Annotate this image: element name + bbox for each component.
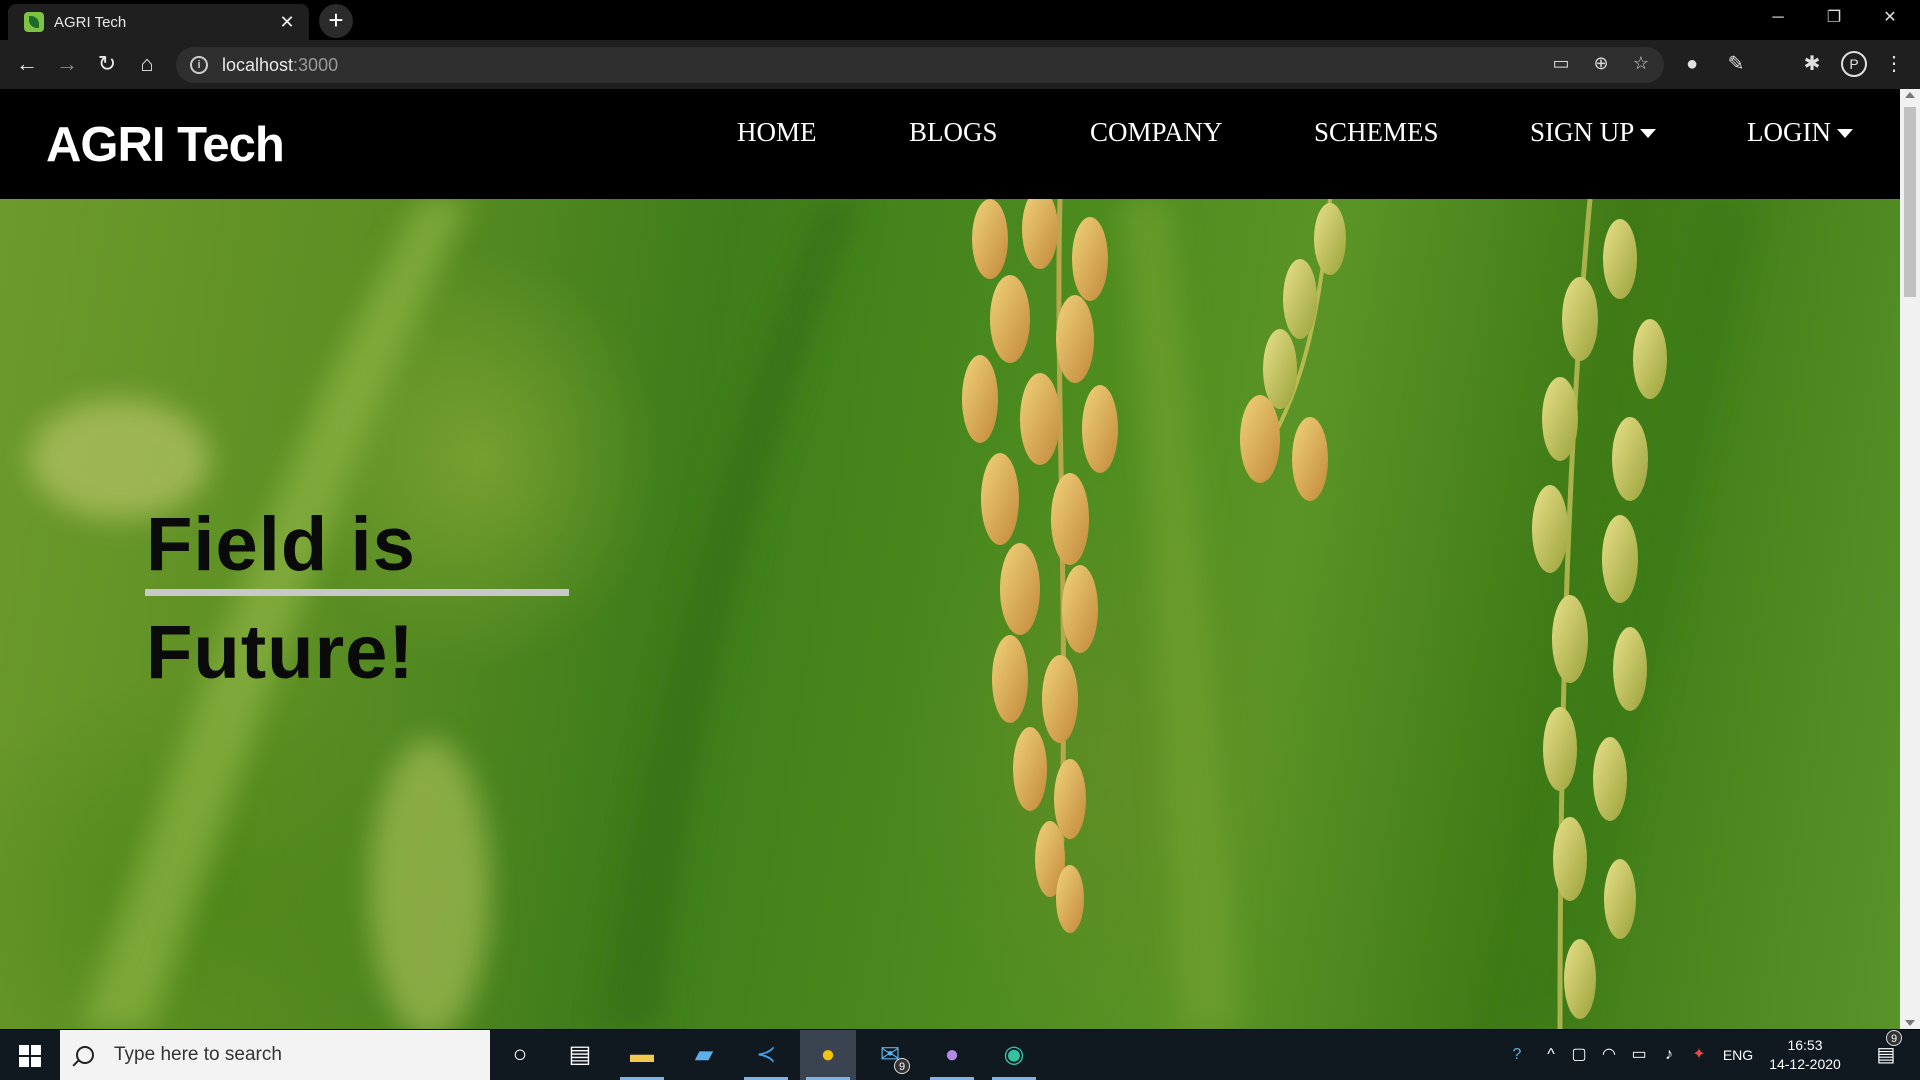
nav-schemes-label: SCHEMES: [1314, 117, 1439, 147]
window-restore-button[interactable]: ❐: [1806, 0, 1862, 38]
github-desktop-icon[interactable]: ●: [924, 1030, 980, 1080]
battery-icon[interactable]: ▭: [1626, 1030, 1652, 1080]
hero-divider: [145, 589, 569, 596]
nav-blogs[interactable]: BLOGS: [909, 117, 998, 148]
wifi-icon[interactable]: ◠: [1596, 1030, 1622, 1080]
new-tab-button[interactable]: +: [319, 4, 353, 38]
windows-start-button[interactable]: [0, 1030, 60, 1080]
mail-icon[interactable]: ✉ 9: [862, 1030, 918, 1080]
tab-close-icon[interactable]: ✕: [275, 12, 299, 33]
chrome-icon[interactable]: ●: [800, 1030, 856, 1080]
page-viewport: AGRI Tech HOME BLOGS COMPANY SCHEMES SIG…: [0, 89, 1900, 1029]
search-icon: [76, 1046, 94, 1064]
site-navbar: AGRI Tech HOME BLOGS COMPANY SCHEMES SIG…: [0, 89, 1900, 199]
volume-icon[interactable]: ♪: [1656, 1030, 1682, 1080]
windows-logo-pane: [31, 1057, 41, 1067]
address-bar[interactable]: i localhost:3000 ▭ ⊕ ☆: [176, 47, 1664, 83]
back-button[interactable]: ←: [10, 48, 44, 82]
nav-home[interactable]: HOME: [737, 117, 817, 148]
home-button[interactable]: ⌂: [130, 48, 164, 82]
browser-tab-active[interactable]: AGRI Tech ✕: [8, 4, 309, 40]
url-host: localhost: [222, 54, 294, 75]
scroll-down-icon[interactable]: [1905, 1020, 1915, 1026]
edge-icon[interactable]: ◉: [986, 1030, 1042, 1080]
vscode-icon[interactable]: ≺: [738, 1030, 794, 1080]
language-indicator[interactable]: ENG: [1718, 1030, 1758, 1080]
url-text: localhost:3000: [222, 55, 338, 76]
page-scrollbar[interactable]: [1900, 89, 1920, 1029]
hero-headline-line2: Future!: [146, 610, 415, 695]
scrollbar-thumb[interactable]: [1904, 107, 1916, 297]
device-icon[interactable]: ▢: [1566, 1030, 1592, 1080]
window-minimize-button[interactable]: ─: [1750, 0, 1806, 38]
extensions-puzzle-icon[interactable]: ✱: [1796, 48, 1828, 80]
caret-down-icon: [1640, 129, 1657, 138]
reload-button[interactable]: ↻: [90, 48, 124, 82]
nav-company-label: COMPANY: [1090, 117, 1223, 147]
cast-icon[interactable]: ▭: [1548, 53, 1574, 74]
window-close-button[interactable]: ✕: [1862, 0, 1918, 38]
action-center-icon[interactable]: ▤ 9: [1864, 1030, 1908, 1080]
remote-desktop-icon[interactable]: ▰: [676, 1030, 732, 1080]
show-hidden-icons-icon[interactable]: ^: [1538, 1030, 1564, 1080]
notification-count-badge: 9: [1886, 1030, 1902, 1046]
nav-login-dropdown[interactable]: LOGIN: [1747, 117, 1853, 148]
forward-button[interactable]: →: [50, 48, 84, 82]
profile-avatar[interactable]: P: [1841, 51, 1867, 77]
nav-home-label: HOME: [737, 117, 817, 147]
nav-login-label: LOGIN: [1747, 117, 1831, 147]
taskbar-clock[interactable]: 16:53 14-12-2020: [1762, 1036, 1848, 1074]
mail-badge: 9: [894, 1058, 910, 1074]
windows-logo-icon: [19, 1045, 29, 1055]
cortana-icon[interactable]: ○: [492, 1030, 548, 1080]
help-icon[interactable]: ?: [1500, 1030, 1534, 1080]
nav-company[interactable]: COMPANY: [1090, 117, 1223, 148]
dropbox-icon[interactable]: ✦: [1686, 1030, 1712, 1080]
extension-pen-icon[interactable]: ✎: [1720, 48, 1752, 80]
tab-title: AGRI Tech: [54, 13, 127, 31]
nav-schemes[interactable]: SCHEMES: [1314, 117, 1439, 148]
nav-blogs-label: BLOGS: [909, 117, 998, 147]
browser-toolbar: ← → ↻ ⌂ i localhost:3000 ▭ ⊕ ☆ ● ✎ ✱ P ⋮: [0, 40, 1920, 89]
site-brand-logo[interactable]: AGRI Tech: [46, 117, 285, 173]
extension-icon[interactable]: ●: [1676, 48, 1708, 80]
clock-time: 16:53: [1787, 1037, 1823, 1053]
bookmark-star-icon[interactable]: ☆: [1628, 53, 1654, 74]
nav-signup-dropdown[interactable]: SIGN UP: [1530, 117, 1657, 148]
caret-down-icon: [1836, 129, 1853, 138]
zoom-icon[interactable]: ⊕: [1588, 53, 1614, 74]
url-port: :3000: [293, 54, 339, 75]
browser-menu-icon[interactable]: ⋮: [1878, 48, 1910, 80]
site-favicon-icon: [24, 12, 44, 32]
scroll-up-icon[interactable]: [1905, 92, 1915, 98]
browser-tabstrip: AGRI Tech ✕ + ─ ❐ ✕: [0, 0, 1920, 40]
taskbar-search-placeholder: Type here to search: [114, 1044, 282, 1065]
task-view-icon[interactable]: ▤: [552, 1030, 608, 1080]
windows-taskbar: Type here to search ○ ▤ ▬ ▰ ≺ ● ✉ 9 ● ◉ ?…: [0, 1030, 1920, 1080]
hero-headline-line1: Field is: [146, 502, 416, 587]
clock-date: 14-12-2020: [1769, 1056, 1841, 1072]
taskbar-search-box[interactable]: Type here to search: [60, 1030, 490, 1080]
windows-logo-pane: [31, 1045, 41, 1055]
file-explorer-icon[interactable]: ▬: [614, 1030, 670, 1080]
nav-signup-label: SIGN UP: [1530, 117, 1635, 147]
site-info-icon[interactable]: i: [190, 56, 208, 74]
windows-logo-pane: [19, 1057, 29, 1067]
